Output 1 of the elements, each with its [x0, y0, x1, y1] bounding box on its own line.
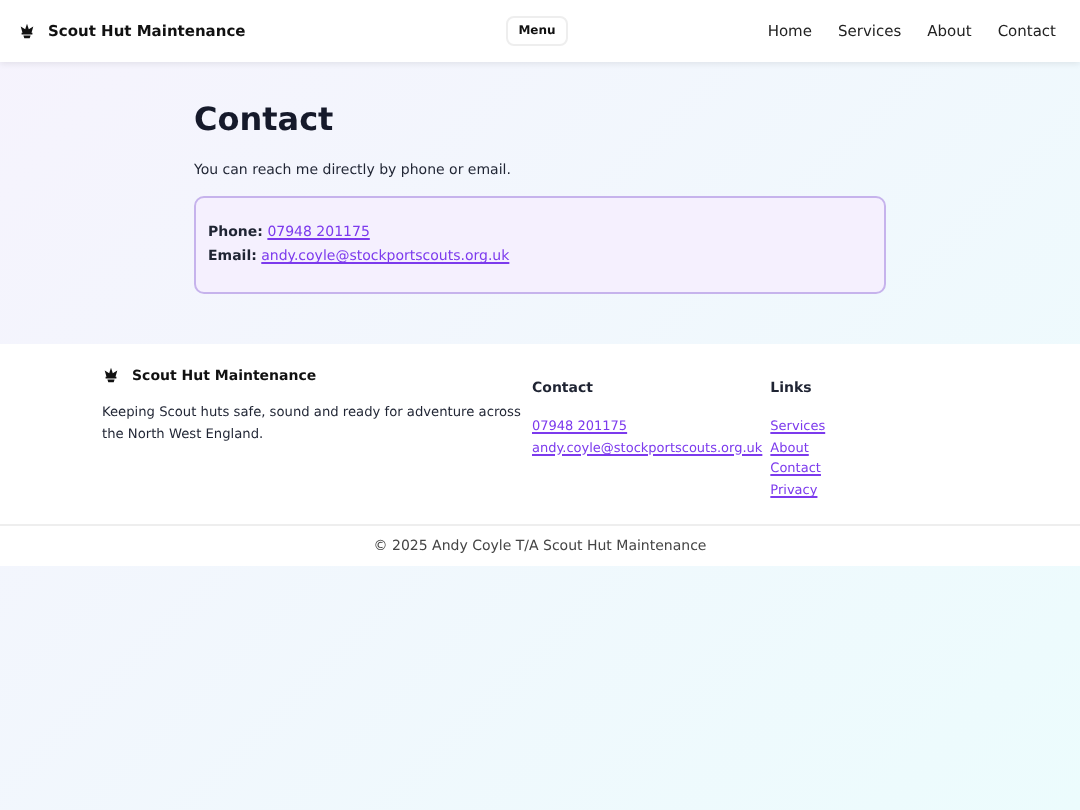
page-title: Contact: [194, 100, 336, 138]
